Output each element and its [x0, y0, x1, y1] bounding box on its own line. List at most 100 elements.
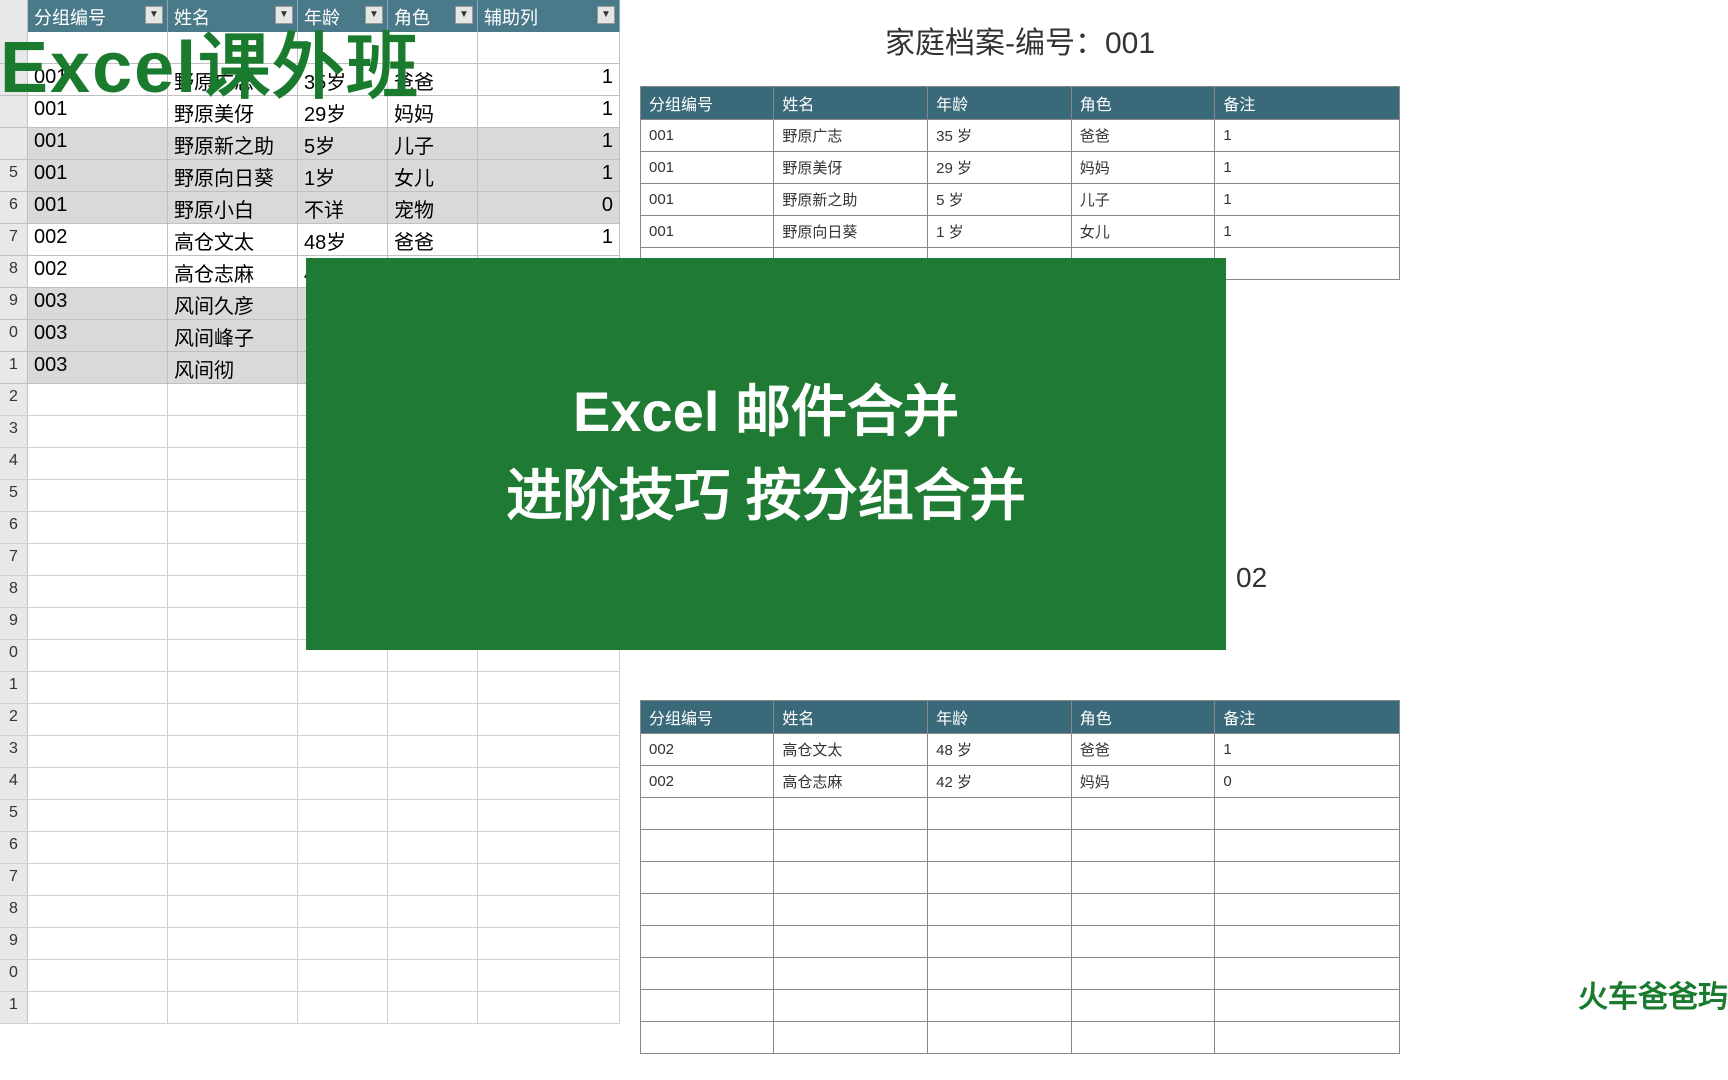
row-number[interactable]: 8: [0, 256, 28, 287]
row-number[interactable]: 7: [0, 224, 28, 255]
row-number[interactable]: 9: [0, 608, 28, 639]
cell-role[interactable]: 宠物: [388, 192, 478, 223]
empty-row[interactable]: 0: [0, 960, 620, 992]
out-header-role: 角色: [1071, 87, 1215, 120]
cell-helper[interactable]: 1: [478, 64, 620, 95]
row-number[interactable]: 6: [0, 192, 28, 223]
out-header-remark: 备注: [1215, 87, 1400, 120]
row-number[interactable]: 1: [0, 352, 28, 383]
row-number[interactable]: 0: [0, 960, 28, 991]
cell-name[interactable]: 高仓文太: [168, 224, 298, 255]
cell-group[interactable]: 001: [28, 192, 168, 223]
table-row[interactable]: 001野原新之助5岁儿子1: [0, 128, 620, 160]
cell-role[interactable]: 爸爸: [388, 224, 478, 255]
filter-dropdown-icon[interactable]: ▼: [455, 6, 473, 24]
output-row-empty: [641, 958, 1400, 990]
cell-role[interactable]: 女儿: [388, 160, 478, 191]
output-row: 001野原新之助5 岁儿子1: [641, 184, 1400, 216]
cell-age[interactable]: 不详: [298, 192, 388, 223]
output-row: 002高仓文太48 岁爸爸1: [641, 734, 1400, 766]
cell-helper[interactable]: 1: [478, 96, 620, 127]
empty-row[interactable]: 6: [0, 832, 620, 864]
cell-age[interactable]: 5岁: [298, 128, 388, 159]
empty-row[interactable]: 9: [0, 928, 620, 960]
output-row-empty: [641, 798, 1400, 830]
title-overlay: Excel 邮件合并 进阶技巧 按分组合并: [306, 258, 1226, 650]
cell-group[interactable]: 002: [28, 256, 168, 287]
table-row[interactable]: 5001野原向日葵1岁女儿1: [0, 160, 620, 192]
cell-name[interactable]: 野原小白: [168, 192, 298, 223]
empty-row[interactable]: 5: [0, 800, 620, 832]
row-number[interactable]: 6: [0, 832, 28, 863]
cell-age[interactable]: 1岁: [298, 160, 388, 191]
output-row-empty: [641, 926, 1400, 958]
cell-name[interactable]: 高仓志麻: [168, 256, 298, 287]
output-row-empty: [641, 830, 1400, 862]
output-row: 001野原美伢29 岁妈妈1: [641, 152, 1400, 184]
row-number[interactable]: 3: [0, 416, 28, 447]
cell-group[interactable]: 003: [28, 320, 168, 351]
out-header-group: 分组编号: [641, 87, 774, 120]
row-number[interactable]: [0, 128, 28, 159]
cell-group[interactable]: 003: [28, 352, 168, 383]
cell-helper[interactable]: 1: [478, 128, 620, 159]
row-number[interactable]: 7: [0, 864, 28, 895]
row-number[interactable]: 7: [0, 544, 28, 575]
row-number[interactable]: 0: [0, 640, 28, 671]
cell-name[interactable]: 风间久彦: [168, 288, 298, 319]
row-number[interactable]: 5: [0, 480, 28, 511]
cell-group[interactable]: 001: [28, 160, 168, 191]
output-row-empty: [641, 990, 1400, 1022]
row-number[interactable]: 8: [0, 896, 28, 927]
empty-row[interactable]: 8: [0, 896, 620, 928]
cell-role[interactable]: 儿子: [388, 128, 478, 159]
row-number[interactable]: 4: [0, 768, 28, 799]
row-number[interactable]: 5: [0, 800, 28, 831]
row-number[interactable]: 9: [0, 288, 28, 319]
empty-row[interactable]: 7: [0, 864, 620, 896]
empty-row[interactable]: 4: [0, 768, 620, 800]
output-title: 家庭档案-编号：001: [640, 0, 1400, 86]
peek-number: 02: [1236, 562, 1267, 594]
output-table-2: 分组编号 姓名 年龄 角色 备注 002高仓文太48 岁爸爸1002高仓志麻42…: [640, 700, 1400, 1054]
empty-row[interactable]: 2: [0, 704, 620, 736]
output-row-empty: [641, 1022, 1400, 1054]
row-number[interactable]: 5: [0, 160, 28, 191]
output-row: 001野原广志35 岁爸爸1: [641, 120, 1400, 152]
filter-dropdown-icon[interactable]: ▼: [597, 6, 615, 24]
row-number[interactable]: 0: [0, 320, 28, 351]
row-number[interactable]: 2: [0, 704, 28, 735]
cell-group[interactable]: 003: [28, 288, 168, 319]
cell-group[interactable]: 001: [28, 128, 168, 159]
output-row: 001野原向日葵1 岁女儿1: [641, 216, 1400, 248]
empty-row[interactable]: 1: [0, 672, 620, 704]
row-number[interactable]: 2: [0, 384, 28, 415]
brand-title: Excel课外班: [0, 8, 420, 113]
cell-name[interactable]: 风间彻: [168, 352, 298, 383]
cell-name[interactable]: 风间峰子: [168, 320, 298, 351]
output-row-empty: [641, 894, 1400, 926]
overlay-line2: 进阶技巧 按分组合并: [506, 454, 1026, 538]
cell-age[interactable]: 48岁: [298, 224, 388, 255]
empty-row[interactable]: 3: [0, 736, 620, 768]
table-row[interactable]: 7002高仓文太48岁爸爸1: [0, 224, 620, 256]
row-number[interactable]: 1: [0, 992, 28, 1023]
row-number[interactable]: 8: [0, 576, 28, 607]
row-number[interactable]: 4: [0, 448, 28, 479]
cell-name[interactable]: 野原新之助: [168, 128, 298, 159]
cell-name[interactable]: 野原向日葵: [168, 160, 298, 191]
cell-helper[interactable]: 1: [478, 160, 620, 191]
row-number[interactable]: 1: [0, 672, 28, 703]
row-number[interactable]: 9: [0, 928, 28, 959]
cell-helper[interactable]: [478, 32, 620, 63]
author-brand: 火车爸爸玙: [1578, 972, 1728, 1016]
row-number[interactable]: 3: [0, 736, 28, 767]
cell-group[interactable]: 002: [28, 224, 168, 255]
table-row[interactable]: 6001野原小白不详宠物0: [0, 192, 620, 224]
cell-helper[interactable]: 1: [478, 224, 620, 255]
empty-row[interactable]: 1: [0, 992, 620, 1024]
cell-helper[interactable]: 0: [478, 192, 620, 223]
header-helper[interactable]: 辅助列▼: [478, 0, 620, 32]
row-number[interactable]: 6: [0, 512, 28, 543]
output-row: 002高仓志麻42 岁妈妈0: [641, 766, 1400, 798]
